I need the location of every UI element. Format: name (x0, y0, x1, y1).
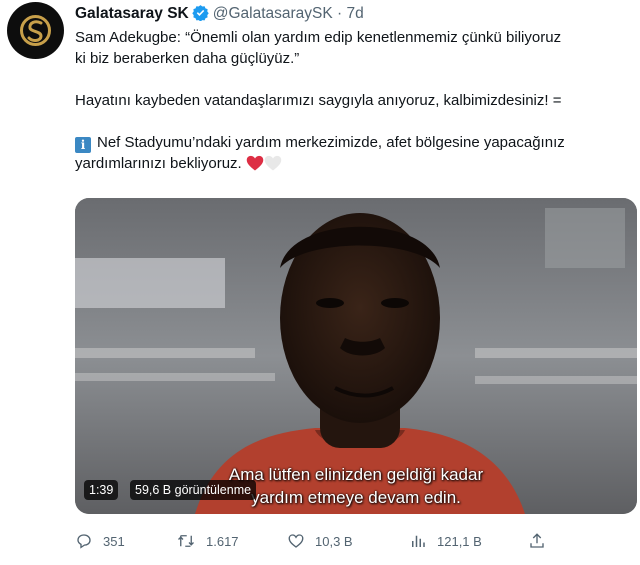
tweet-time[interactable]: 7d (347, 5, 364, 22)
tweet-actions: 351 1.617 10,3 B 121,1 B (75, 530, 635, 552)
reply-icon (77, 534, 91, 549)
reply-button[interactable]: 351 (75, 530, 125, 552)
text-line: Hayatını kaybeden vatandaşlarımızı saygı… (75, 92, 562, 109)
text-line: yardımlarınızı bekliyoruz. (75, 153, 635, 177)
avatar[interactable] (7, 2, 64, 59)
verified-badge-icon (192, 4, 209, 26)
video-duration-badge: 1:39 (84, 480, 119, 500)
analytics-icon (412, 535, 425, 547)
author-name[interactable]: Galatasaray SK (75, 5, 189, 22)
views-button[interactable]: 121,1 B (409, 530, 482, 552)
retweet-icon (178, 535, 194, 547)
retweet-button[interactable]: 1.617 (176, 530, 239, 552)
white-heart-icon (264, 155, 282, 177)
tweet-header: Galatasaray SK @GalatasaraySK · 7d (75, 4, 364, 26)
heart-icon (288, 534, 304, 548)
share-button[interactable] (528, 530, 556, 552)
like-count: 10,3 B (315, 533, 353, 549)
text-line: i Nef Stadyumu’ndaki yardım merkezimizde,… (75, 132, 635, 153)
video-player[interactable]: Ama lütfen elinizden geldiği kadar yardı… (75, 198, 637, 514)
share-icon (530, 533, 544, 548)
galatasaray-logo-icon (20, 15, 51, 46)
tweet-text: Sam Adekugbe: “Önemli olan yardım edip k… (75, 27, 635, 177)
like-button[interactable]: 10,3 B (287, 530, 353, 552)
separator: · (337, 5, 343, 22)
text-line: ki biz beraberken daha güçlüyüz.” (75, 50, 300, 67)
red-heart-icon (246, 155, 264, 177)
views-count: 121,1 B (437, 533, 482, 549)
info-icon: i (75, 137, 91, 153)
video-views-badge: 59,6 B görüntülenme (130, 480, 257, 500)
text-line: Sam Adekugbe: “Önemli olan yardım edip k… (75, 29, 562, 46)
author-handle[interactable]: @GalatasaraySK (213, 5, 333, 22)
retweet-count: 1.617 (206, 533, 239, 549)
reply-count: 351 (103, 533, 125, 549)
